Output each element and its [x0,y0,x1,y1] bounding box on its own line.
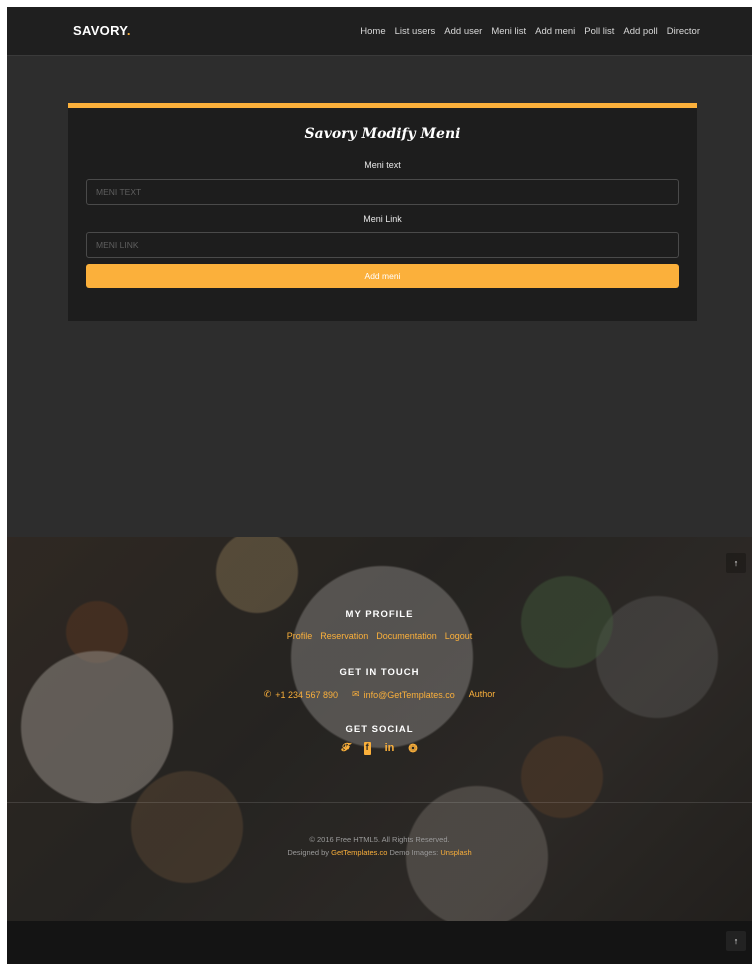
logout-link[interactable]: Logout [445,631,473,641]
nav-add-meni[interactable]: Add meni [535,26,575,37]
demo-images-label: Demo Images: [389,848,439,857]
designed-by-label: Designed by [287,848,330,857]
email-contact[interactable]: ✉ info@GetTemplates.co [352,689,455,700]
credits-text: Designed by GetTemplates.co Demo Images:… [7,848,752,857]
gettemplates-link[interactable]: GetTemplates.co [331,848,387,857]
documentation-link[interactable]: Documentation [376,631,437,641]
main-nav: Home List users Add user Meni list Add m… [360,26,700,37]
site-footer: ↑ MY PROFILE Profile Reservation Documen… [7,537,752,921]
nav-director[interactable]: Director [667,26,700,37]
nav-list-users[interactable]: List users [395,26,436,37]
nav-add-user[interactable]: Add user [444,26,482,37]
add-meni-button[interactable]: Add meni [86,264,679,288]
author-link[interactable]: Author [469,689,496,700]
arrow-up-icon: ↑ [733,558,739,568]
top-navbar: SAVORY. Home List users Add user Meni li… [7,7,752,56]
back-to-top-button[interactable]: ↑ [726,553,746,573]
nav-poll-list[interactable]: Poll list [584,26,614,37]
brand-name: SAVORY [73,23,127,38]
copyright-text: © 2016 Free HTML5. All Rights Reserved. [309,835,450,844]
bottom-bar: ↑ [7,921,752,964]
twitter-icon[interactable]: 𝓕 [341,742,349,755]
nav-home[interactable]: Home [360,26,385,37]
meni-text-input[interactable] [86,179,679,205]
reservation-link[interactable]: Reservation [320,631,368,641]
arrow-up-icon: ↑ [733,936,739,946]
profile-link[interactable]: Profile [287,631,313,641]
brand-dot: . [126,23,131,38]
envelope-icon: ✉ [352,689,360,699]
meni-link-input[interactable] [86,232,679,258]
get-in-touch-heading: GET IN TOUCH [339,667,420,678]
get-social-heading: GET SOCIAL [345,724,414,735]
social-links: 𝓕 f in ❂ [7,742,752,755]
page: SAVORY. Home List users Add user Meni li… [7,7,752,964]
modify-meni-form: Savory Modify Meni Meni text Meni Link A… [68,103,697,321]
contact-row: ✆ +1 234 567 890 ✉ info@GetTemplates.co … [7,689,752,700]
profile-links: Profile Reservation Documentation Logout [7,631,752,641]
unsplash-link[interactable]: Unsplash [440,848,471,857]
brand-logo[interactable]: SAVORY. [73,23,131,38]
nav-meni-list[interactable]: Meni list [491,26,526,37]
form-title: Savory Modify Meni [304,126,461,142]
facebook-icon[interactable]: f [363,742,371,755]
linkedin-icon[interactable]: in [385,742,395,755]
footer-divider [7,802,752,803]
my-profile-heading: MY PROFILE [345,609,414,620]
meni-text-label: Meni text [364,160,401,170]
phone-icon: ✆ [263,689,272,699]
nav-add-poll[interactable]: Add poll [623,26,657,37]
email-link[interactable]: info@GetTemplates.co [364,690,455,700]
back-to-top-button-bottom[interactable]: ↑ [726,931,746,951]
phone-contact[interactable]: ✆ +1 234 567 890 [264,689,338,700]
phone-link[interactable]: +1 234 567 890 [275,690,338,700]
dribbble-icon[interactable]: ❂ [408,742,417,755]
meni-link-label: Meni Link [363,214,402,224]
